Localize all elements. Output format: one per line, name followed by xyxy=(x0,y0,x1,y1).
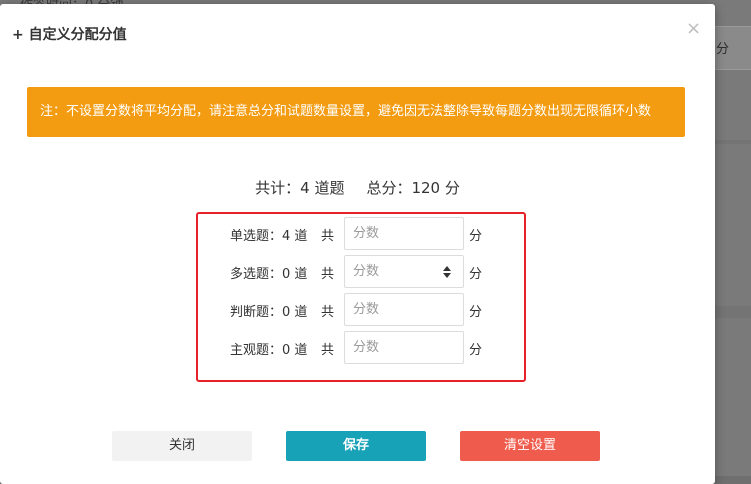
true-false-label: 判断题：0 道 xyxy=(230,305,308,320)
background-side-text: 分 xyxy=(716,42,730,57)
dialog-title: + 自定义分配分值 xyxy=(12,27,127,43)
unit-label: 分 xyxy=(469,343,483,358)
close-icon[interactable]: × xyxy=(686,19,701,39)
score-distribution-dialog: + 自定义分配分值 × 注：不设置分数将平均分配，请注意总分和试题数量设置，避免… xyxy=(0,4,715,484)
score-summary: 共计：4 道题 总分：120 分 xyxy=(0,177,715,198)
question-type-row: 判断题：0 道 共 分 xyxy=(0,293,715,327)
unit-label: 分 xyxy=(469,305,483,320)
background-divider xyxy=(715,306,751,318)
unit-label: 分 xyxy=(469,229,483,244)
close-button[interactable]: 关闭 xyxy=(112,431,252,461)
single-choice-score-input[interactable] xyxy=(344,217,464,250)
total-label: 共 xyxy=(321,229,335,244)
warning-notice: 注：不设置分数将平均分配，请注意总分和试题数量设置，避免因无法整除导致每题分数出… xyxy=(27,87,685,137)
total-label: 共 xyxy=(321,343,335,358)
single-choice-label: 单选题：4 道 xyxy=(230,229,308,244)
total-score: 总分：120 分 xyxy=(366,179,460,197)
multiple-choice-label: 多选题：0 道 xyxy=(230,267,308,282)
total-label: 共 xyxy=(321,267,335,282)
subjective-label: 主观题：0 道 xyxy=(230,343,308,358)
unit-label: 分 xyxy=(469,267,483,282)
background-divider xyxy=(715,140,751,144)
number-spinner-icon[interactable] xyxy=(441,264,453,280)
total-label: 共 xyxy=(321,305,335,320)
subjective-score-input[interactable] xyxy=(344,331,464,364)
total-questions: 共计：4 道题 xyxy=(255,179,345,197)
question-type-row: 主观题：0 道 共 分 xyxy=(0,331,715,365)
question-type-row: 单选题：4 道 共 分 xyxy=(0,217,715,251)
question-type-row: 多选题：0 道 共 分 xyxy=(0,255,715,289)
save-button[interactable]: 保存 xyxy=(286,431,426,461)
true-false-score-input[interactable] xyxy=(344,293,464,326)
clear-settings-button[interactable]: 清空设置 xyxy=(460,431,600,461)
